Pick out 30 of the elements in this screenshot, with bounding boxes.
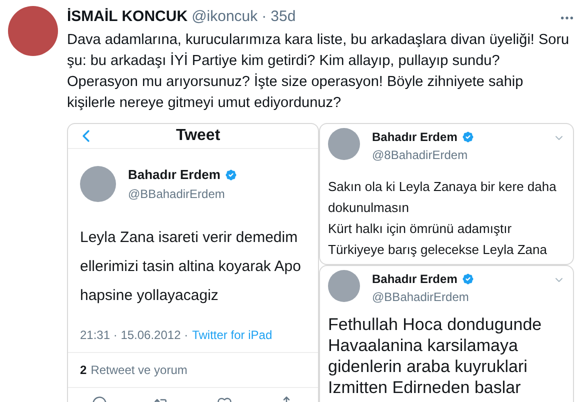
separator: · — [262, 7, 267, 27]
tweet-time: 35d — [270, 7, 296, 27]
tweet-text-line: Türkiyeye barış gelecekse Leyla Zana — [328, 240, 548, 259]
user-handle: @BBahadirErdem — [128, 186, 226, 202]
retweet-count: 2 — [80, 362, 87, 378]
tweet-text-line: Fethullah Hoca dondugunde — [328, 314, 543, 334]
user-handle: @8BahadirErdem — [372, 146, 469, 164]
author-name: Bahadır Erdem — [372, 128, 458, 146]
tweet-text-line: Havaalanina karsilamaya — [328, 334, 519, 356]
tweet-text-line: gidenlerin araba kuyruklari — [328, 356, 528, 376]
tweet-text: Dava adamlarına, kurucularımıza kara liste, bu arkadaşlara divan üyeliği! Soru şu: bu arkadaşı İYİ Partiye kim getirdi? Kim allayıp, pullayıp sundu? Operasyon mu arıyorsunuz? İşte size operasyon! Böyle zihniyete sahip kişilerle nereye gitmeyi umut ediyordunuz? — [67, 30, 570, 112]
author-name: Bahadır Erdem — [372, 270, 458, 288]
tweet-text-line: hapsine yollayacagiz — [80, 286, 220, 306]
tweet-timestamp: 21:31 · 15.06.2012 · — [80, 326, 188, 344]
tweet-text-line: dokunulmasın — [328, 198, 410, 216]
tweet-text-line: ellerimizi tasin altina koyarak Apo — [80, 256, 302, 276]
retweet-label: Retweet ve yorum — [90, 362, 188, 378]
author-name: Bahadır Erdem — [128, 166, 220, 184]
avatar — [328, 128, 360, 160]
tweet-text-line: Sakın ola ki Leyla Zanaya bir kere daha — [328, 178, 558, 196]
tweet-text-line: Leyla Zana isareti verir demedim — [80, 228, 299, 248]
tweet-text-line: Kürt halkı için ömrünü adamıştır — [328, 220, 513, 238]
author-name[interactable]: İSMAİL KONCUK — [67, 6, 188, 28]
tweet-text-line: Izmitten Edirneden baslar — [328, 376, 522, 398]
user-handle: @BBahadirErdem — [372, 288, 470, 306]
avatar — [80, 166, 116, 202]
avatar[interactable] — [8, 6, 58, 56]
user-handle: @ikoncuk — [192, 7, 258, 27]
header-title: Tweet — [176, 126, 220, 146]
avatar — [328, 270, 360, 302]
